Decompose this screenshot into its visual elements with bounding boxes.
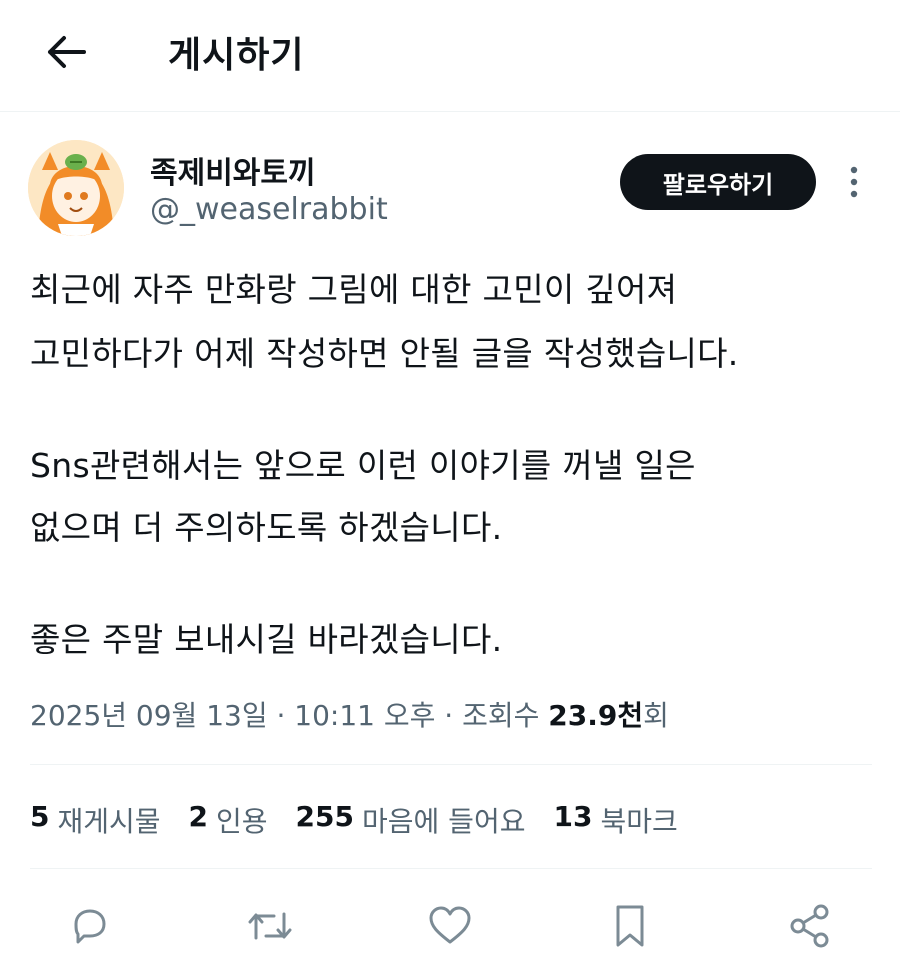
share-button[interactable] xyxy=(786,896,834,956)
arrow-left-icon xyxy=(48,36,86,68)
heart-icon xyxy=(429,906,471,944)
bookmarks-stat[interactable]: 13 북마크 xyxy=(553,800,677,840)
view-count-suffix: 회 xyxy=(643,699,669,732)
divider xyxy=(30,764,872,765)
reply-icon xyxy=(74,909,106,944)
likes-label: 마음에 들어요 xyxy=(362,805,526,838)
engagement-stats: 5 재게시물 2 인용 255 마음에 들어요 13 북마크 xyxy=(30,800,678,840)
tweet-text-line: 최근에 자주 만화랑 그림에 대한 고민이 깊어져 xyxy=(30,270,678,309)
action-bar xyxy=(0,896,900,956)
bookmark-icon xyxy=(616,905,644,947)
bookmark-button[interactable] xyxy=(606,896,654,956)
view-count[interactable]: 23.9천 xyxy=(548,699,643,732)
like-button[interactable] xyxy=(426,896,474,956)
more-vertical-icon xyxy=(850,166,858,198)
quotes-stat[interactable]: 2 인용 xyxy=(189,800,268,840)
bookmarks-label: 북마크 xyxy=(600,805,678,838)
tweet-datetime[interactable]: 2025년 09월 13일 · 10:11 오후 · 조회수 xyxy=(30,699,548,732)
avatar[interactable] xyxy=(28,140,124,236)
retweets-count: 5 xyxy=(30,800,50,833)
retweet-button[interactable] xyxy=(246,896,294,956)
quotes-count: 2 xyxy=(188,800,209,833)
tweet-text-line: 없으며 더 주의하도록 하겠습니다. xyxy=(30,508,503,547)
divider xyxy=(30,868,872,869)
reply-button[interactable] xyxy=(66,896,114,956)
bookmarks-count: 13 xyxy=(553,800,593,833)
page-title: 게시하기 xyxy=(168,35,305,76)
retweets-stat[interactable]: 5 재게시물 xyxy=(30,800,161,840)
likes-count: 255 xyxy=(295,800,354,833)
author-handle[interactable]: @_weaselrabbit xyxy=(150,192,388,227)
tweet-text-line: 좋은 주말 보내시길 바라겠습니다. xyxy=(30,620,503,659)
avatar-image xyxy=(28,140,124,236)
share-icon xyxy=(790,904,829,948)
quotes-label: 인용 xyxy=(216,805,268,838)
tweet-meta: 2025년 09월 13일 · 10:11 오후 · 조회수 23.9천회 xyxy=(30,694,669,734)
back-button[interactable] xyxy=(40,30,92,74)
author-name[interactable]: 족제비와토끼 xyxy=(150,148,316,192)
follow-button[interactable]: 팔로우하기 xyxy=(620,154,816,210)
top-bar: 게시하기 xyxy=(0,0,900,112)
likes-stat[interactable]: 255 마음에 들어요 xyxy=(296,800,526,840)
retweet-icon xyxy=(248,912,292,940)
tweet-text-line: 고민하다가 어제 작성하면 안될 글을 작성했습니다. xyxy=(30,334,739,373)
more-button[interactable] xyxy=(836,160,872,204)
retweets-label: 재게시물 xyxy=(57,805,161,838)
tweet-text-line: Sns관련해서는 앞으로 이런 이야기를 꺼낼 일은 xyxy=(30,446,696,485)
